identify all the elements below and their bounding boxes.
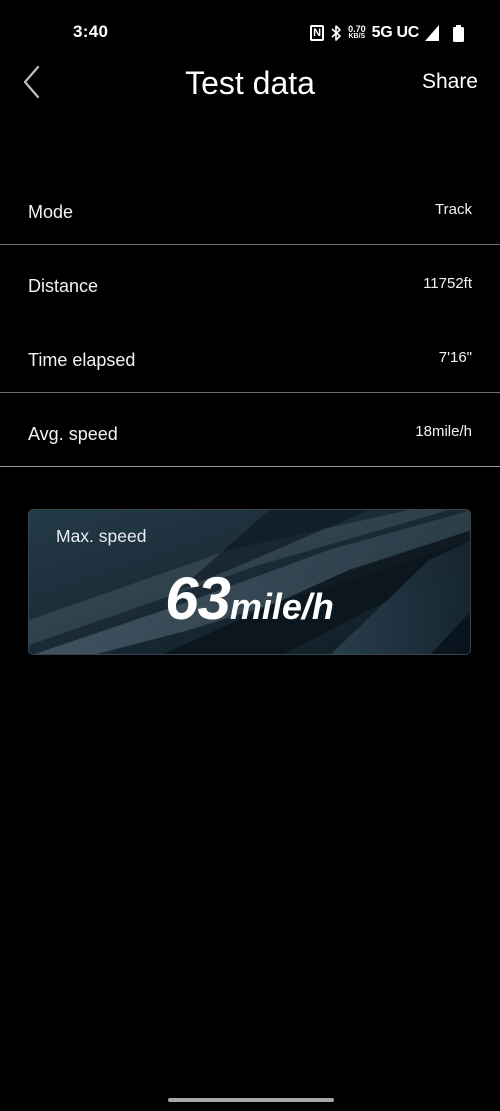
network-type: 5G UC [371,24,420,41]
row-label: Time elapsed [28,350,136,370]
app-header: Test data Share [0,56,500,108]
row-value: 11752ft [423,275,472,292]
row-mode: Mode Track [28,197,472,227]
row-distance: Distance 11752ft [28,271,472,301]
nfc-icon: N [310,25,325,41]
share-button[interactable]: Share [422,69,478,95]
max-speed-value: 63mile/h [29,564,470,633]
bluetooth-icon [331,25,341,41]
network-speed: 0.70 KB/S [348,25,366,41]
max-speed-card: Max. speed 63mile/h [28,509,471,655]
row-label: Mode [28,202,74,222]
status-time: 3:40 [73,22,109,41]
max-speed-label: Max. speed [56,526,147,546]
row-avg-speed: Avg. speed 18mile/h [28,419,472,449]
status-icons: N 0.70 KB/S 5G UC [310,22,464,44]
divider [0,244,500,245]
divider [0,466,500,467]
row-value: 18mile/h [415,423,472,440]
max-speed-number: 63 [165,565,231,632]
row-label: Distance [28,276,99,296]
network-speed-value: 0.70 [348,24,366,34]
home-indicator[interactable] [168,1098,334,1102]
row-value: Track [435,201,472,218]
battery-icon [453,24,464,42]
max-speed-unit: mile/h [229,586,334,627]
network-speed-unit: KB/S [348,33,366,40]
row-time-elapsed: Time elapsed 7'16" [28,345,472,375]
divider [0,392,500,393]
row-label: Avg. speed [28,424,118,444]
row-value: 7'16" [438,349,472,366]
signal-icon [425,25,439,41]
